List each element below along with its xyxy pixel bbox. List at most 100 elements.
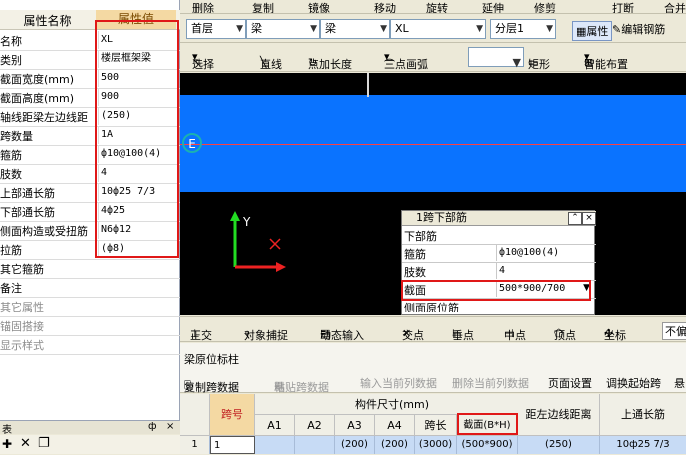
y-axis-label: Y	[243, 215, 251, 229]
a4-cell[interactable]: (200)	[375, 436, 415, 454]
popup-row[interactable]: 箍筋 ф10@100(4)	[402, 244, 596, 263]
row-index-header	[180, 394, 210, 436]
edit-rebar-button[interactable]: ✎编辑钢筋	[612, 21, 665, 37]
row-index: 1	[180, 436, 210, 454]
collapse-icon[interactable]: ⌃	[568, 212, 582, 225]
close-icon[interactable]: ×	[166, 421, 174, 432]
page-setup-button[interactable]: 页面设置	[548, 375, 592, 391]
property-name: 备注	[0, 282, 22, 295]
property-name: 轴线距梁左边线距	[0, 111, 88, 124]
chevron-down-icon: ▼	[380, 24, 387, 34]
popup-title-bar: 1跨下部筋 ⌃ ×	[402, 211, 596, 226]
rotate-button[interactable]: 旋转	[426, 0, 448, 13]
intersection-label: 交点	[402, 329, 424, 342]
arc-button[interactable]: ⌒ 三点画弧 ▾	[384, 50, 428, 71]
popup-value[interactable]: 4	[496, 262, 593, 279]
property-name: 拉筋	[0, 244, 22, 257]
close-icon[interactable]: ×	[582, 212, 596, 225]
property-name: 名称	[0, 35, 22, 48]
merge-button[interactable]: 合并	[664, 0, 686, 13]
delete-column-button[interactable]: 删除当前列数据	[452, 375, 529, 391]
trim-button[interactable]: 修剪	[534, 0, 556, 13]
copy-button[interactable]: 复制	[252, 0, 274, 13]
axis-distance-cell[interactable]: (250)	[518, 436, 600, 454]
extend-button[interactable]: 延伸	[482, 0, 504, 13]
top-bar-cell[interactable]: 10ф25 7/3	[600, 436, 686, 454]
section-header-highlight	[457, 413, 518, 435]
point-length-label: 点加长度	[308, 58, 352, 71]
new-icon[interactable]: ✚	[2, 437, 12, 451]
type-select[interactable]: 梁 ▼	[320, 19, 390, 39]
popup-value[interactable]: ф10@100(4)	[496, 244, 593, 261]
line-label: 直线	[260, 58, 282, 71]
dims-header: 构件尺寸(mm)	[255, 394, 530, 415]
arc-option-select[interactable]: ▼	[468, 47, 524, 69]
popup-key: 侧面原位筋	[404, 302, 459, 312]
smart-layout-label: 智能布置	[584, 58, 628, 71]
delete-icon[interactable]: ✕	[20, 436, 31, 451]
copy-span-label: 复制跨数据	[184, 381, 239, 394]
smart-layout-button[interactable]: ⊞ 智能布置 ▾	[584, 50, 628, 71]
property-name: 肢数	[0, 168, 22, 181]
more-button[interactable]: 悬	[674, 375, 685, 391]
mini-panel-label: 表	[2, 425, 12, 436]
layer-select-value: 分层1	[495, 22, 524, 35]
lower-panel-header: 梁原位标柱	[180, 343, 686, 371]
category-select[interactable]: 梁 ▼	[246, 19, 320, 39]
property-values-highlight	[95, 20, 179, 258]
properties-button-label: 属性	[586, 25, 609, 38]
layer-select[interactable]: 分层1 ▼	[490, 19, 556, 39]
property-row[interactable]: 备注	[0, 278, 180, 298]
arc-label: 三点画弧	[384, 58, 428, 71]
ucs-axes-icon	[230, 211, 286, 272]
perpendicular-label: 垂点	[452, 329, 474, 342]
name-select[interactable]: XL ▼	[390, 19, 486, 39]
popup-title: 1跨下部筋	[416, 211, 467, 224]
property-row[interactable]: 其它箍筋	[0, 259, 180, 279]
mini-toolbar: ✚ ✕ ❐	[0, 435, 180, 454]
property-name: 其它箍筋	[0, 263, 44, 276]
object-snap-label: 对象捕捉	[244, 329, 288, 342]
vertex-label: 顶点	[554, 329, 576, 342]
property-row[interactable]: 锚固搭接	[0, 316, 180, 336]
properties-button[interactable]: ▦属性	[572, 21, 613, 41]
break-button[interactable]: 打断	[612, 0, 634, 13]
property-name: 其它属性	[0, 301, 44, 314]
span-length-cell[interactable]: (3000)	[415, 436, 457, 454]
mini-panel-header: 表 ф ×	[0, 420, 180, 436]
snap-toolbar: ⊥ 正交 ⌖ 对象捕捉 ▤ 动态输入 ✕ 交点 ⊢ 垂点 ⊣ 中点 ⬠ 顶点 ✣…	[180, 316, 686, 342]
axis-marker[interactable]: E	[182, 133, 202, 153]
offset-button[interactable]: 不偏	[662, 322, 686, 340]
delete-button[interactable]: 删除	[192, 0, 214, 13]
filter-toolbar: 首层 ▼ 梁 ▼ 梁 ▼ XL ▼ 分层1 ▼ ▦属性 ✎编辑钢筋	[180, 15, 686, 43]
move-button[interactable]: 移动	[374, 0, 396, 13]
a3-cell[interactable]: (200)	[335, 436, 375, 454]
popup-key: 肢数	[404, 266, 426, 279]
section-row-highlight	[401, 280, 591, 301]
a1-header: A1	[255, 415, 295, 436]
property-row[interactable]: 其它属性	[0, 297, 180, 317]
a1-cell[interactable]	[255, 436, 295, 454]
mirror-button[interactable]: 镜像	[308, 0, 330, 13]
pin-icon[interactable]: ф	[148, 421, 157, 432]
a2-cell[interactable]	[295, 436, 335, 454]
popup-row[interactable]: 下部筋	[402, 226, 596, 245]
paste-span-label: 粘贴跨数据	[274, 381, 329, 394]
span-no-cell[interactable]: 1	[210, 436, 255, 454]
chevron-down-icon: ▼	[476, 24, 483, 34]
section-cell[interactable]: (500*900)	[457, 436, 518, 454]
select-button[interactable]: ↖ 选择 ▾	[192, 50, 214, 71]
input-column-button[interactable]: 输入当前列数据	[360, 375, 437, 391]
swap-start-button[interactable]: 调换起始跨	[606, 375, 661, 391]
property-name: 跨数量	[0, 130, 33, 143]
a3-header: A3	[335, 415, 375, 436]
popup-row[interactable]: 肢数 4	[402, 262, 596, 281]
property-name: 侧面构造或受扭筋	[0, 225, 88, 238]
property-name: 类别	[0, 54, 22, 67]
property-name: 箍筋	[0, 149, 22, 162]
copy-icon[interactable]: ❐	[38, 436, 50, 451]
property-row[interactable]: 显示样式	[0, 335, 180, 355]
property-name: 截面宽度(mm)	[0, 73, 75, 86]
floor-select[interactable]: 首层 ▼	[186, 19, 246, 39]
type-select-value: 梁	[325, 22, 336, 35]
